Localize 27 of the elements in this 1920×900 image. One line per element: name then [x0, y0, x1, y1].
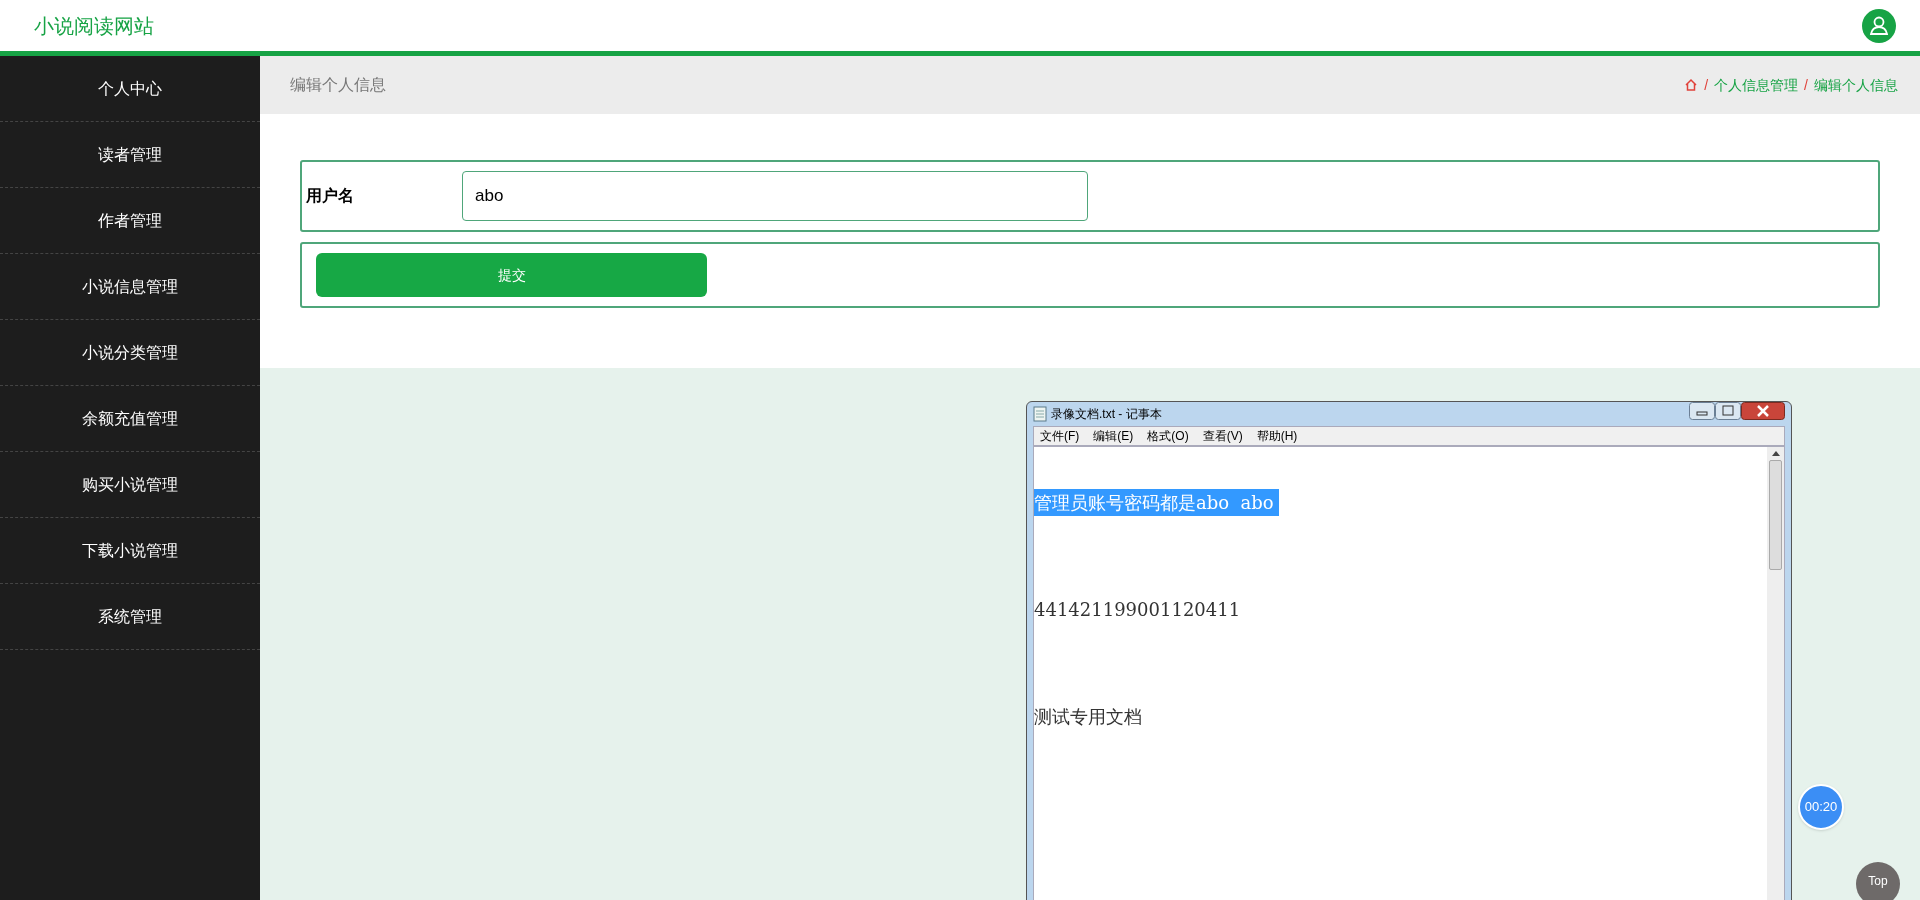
- notepad-icon: [1033, 406, 1047, 422]
- field-label: 用户名: [305, 186, 355, 206]
- sidebar-item[interactable]: 购买小说管理: [0, 452, 260, 518]
- scroll-up-icon[interactable]: [1771, 451, 1780, 456]
- breadcrumb-separator: /: [1804, 75, 1808, 95]
- menu-item[interactable]: 帮助(H): [1256, 427, 1298, 445]
- user-icon[interactable]: [1862, 8, 1896, 43]
- maximize-icon[interactable]: [1715, 402, 1741, 420]
- close-icon[interactable]: [1741, 402, 1785, 420]
- menu-item[interactable]: 查看(V): [1202, 427, 1243, 445]
- back-to-top-button[interactable]: Top: [1856, 862, 1900, 900]
- window-title: 录像文档.txt - 记事本: [1051, 406, 1162, 423]
- minimize-icon[interactable]: [1689, 402, 1715, 420]
- menu-item[interactable]: 文件(F): [1040, 427, 1080, 445]
- text-line: 测试专用文档: [1034, 705, 1142, 729]
- sidebar-item[interactable]: 下载小说管理: [0, 518, 260, 584]
- scroll-thumb[interactable]: [1769, 460, 1782, 570]
- page-title: 编辑个人信息: [290, 75, 386, 95]
- sidebar-item[interactable]: 余额充值管理: [0, 386, 260, 452]
- breadcrumb-separator: /: [1704, 75, 1709, 95]
- text-line: 441421199001120411: [1034, 598, 1241, 622]
- menu-item[interactable]: 格式(O): [1147, 427, 1189, 445]
- timer-badge: 00:20: [1798, 784, 1844, 830]
- username-field[interactable]: abo: [462, 171, 1088, 221]
- menu-item[interactable]: 编辑(E): [1093, 427, 1134, 445]
- sidebar-item[interactable]: 系统管理: [0, 584, 260, 650]
- home-icon[interactable]: [1684, 78, 1699, 92]
